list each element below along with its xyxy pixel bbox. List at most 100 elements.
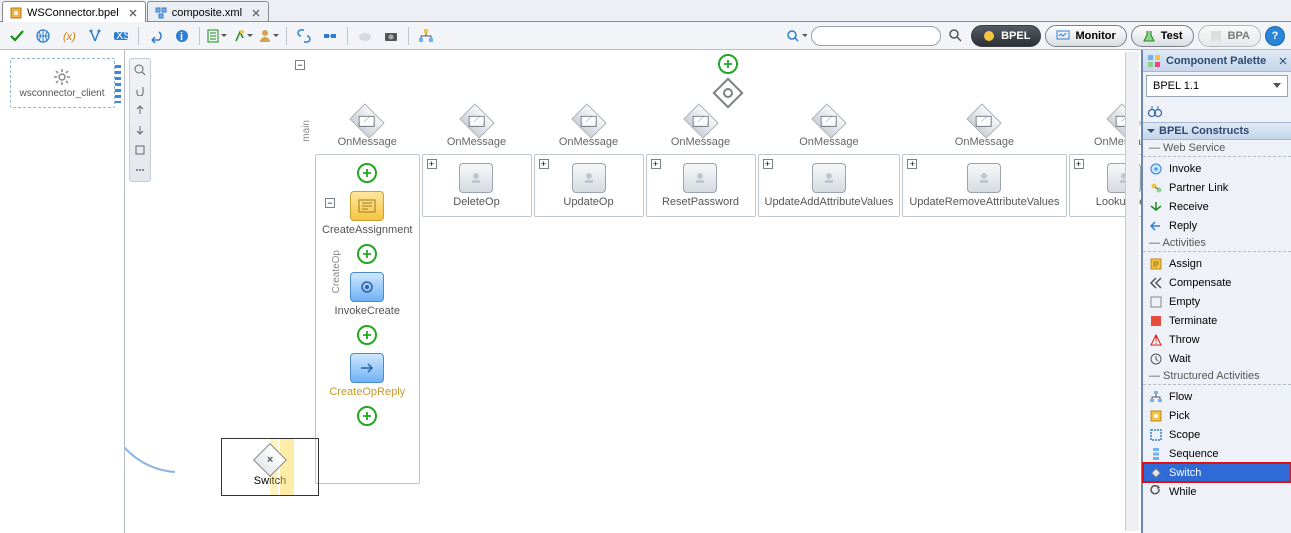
search-input[interactable] <box>811 26 941 46</box>
partner-icon <box>1149 181 1163 195</box>
correlation-button[interactable] <box>84 25 106 47</box>
palette-section-header[interactable]: BPEL Constructs <box>1143 122 1291 140</box>
composite-file-icon <box>154 6 168 20</box>
tab-wsconnector[interactable]: WSConnector.bpel <box>2 1 146 22</box>
onmessage-icon[interactable] <box>683 103 718 138</box>
view-dropdown[interactable] <box>206 25 228 47</box>
add-node[interactable] <box>357 406 377 426</box>
link-button[interactable] <box>293 25 315 47</box>
palette-selector[interactable]: BPEL 1.1 <box>1146 75 1288 97</box>
activity-collapsed[interactable]: UpdateAddAttributeValues <box>765 163 894 208</box>
chevron-down-icon <box>1147 127 1155 135</box>
more-tool[interactable] <box>131 161 149 179</box>
up-tool[interactable] <box>131 101 149 119</box>
expand-toggle[interactable]: + <box>539 159 549 169</box>
camera-button[interactable] <box>380 25 402 47</box>
expand-toggle[interactable]: + <box>651 159 661 169</box>
expand-toggle[interactable]: + <box>763 159 773 169</box>
diagram: OnMessage CreateAssignment InvokeCreate <box>315 54 1141 533</box>
separator <box>199 27 200 45</box>
add-node[interactable] <box>357 244 377 264</box>
invoke-activity[interactable]: InvokeCreate <box>335 272 400 317</box>
palette-item-terminate[interactable]: Terminate <box>1143 311 1291 330</box>
info-button[interactable]: i <box>171 25 193 47</box>
bpel-canvas[interactable]: main CreateOp − − OnMessage <box>125 50 1141 533</box>
fit-tool[interactable] <box>131 141 149 159</box>
help-button[interactable]: ? <box>1265 26 1285 46</box>
hand-tool[interactable] <box>131 81 149 99</box>
collapse-main-toggle[interactable]: − <box>295 60 305 70</box>
onmessage-label: OnMessage <box>671 136 730 148</box>
expand-toggle[interactable]: + <box>1074 159 1084 169</box>
palette-item-throw[interactable]: !Throw <box>1143 330 1291 349</box>
main-scope-label: main <box>301 120 312 142</box>
close-icon[interactable] <box>1279 57 1287 65</box>
onmessage-icon[interactable] <box>967 103 1002 138</box>
palette-item-pick[interactable]: Pick <box>1143 406 1291 425</box>
palette-item-label: Receive <box>1169 201 1209 213</box>
globe-button[interactable] <box>32 25 54 47</box>
palette-item-sequence[interactable]: Sequence <box>1143 444 1291 463</box>
palette-item-while[interactable]: While <box>1143 482 1291 501</box>
xsd-button[interactable]: XSD <box>110 25 132 47</box>
assign-activity[interactable]: CreateAssignment <box>322 191 413 236</box>
expand-toggle[interactable]: + <box>427 159 437 169</box>
undo-button[interactable] <box>145 25 167 47</box>
palette-item-label: Invoke <box>1169 163 1201 175</box>
view-label: Test <box>1161 30 1183 42</box>
link2-button[interactable] <box>319 25 341 47</box>
palette-item-scope[interactable]: Scope <box>1143 425 1291 444</box>
empty-icon <box>1149 295 1163 309</box>
palette-item-invoke[interactable]: Invoke <box>1143 159 1291 178</box>
highlight-dropdown[interactable] <box>232 25 254 47</box>
variable-button[interactable]: (x) <box>58 25 80 47</box>
palette-item-flow[interactable]: Flow <box>1143 387 1291 406</box>
palette-title-bar: Component Palette <box>1143 50 1291 72</box>
search-scope-dropdown[interactable] <box>785 25 807 47</box>
onmessage-icon[interactable] <box>811 103 846 138</box>
reply-activity[interactable]: CreateOpReply <box>329 353 405 398</box>
add-node[interactable] <box>357 325 377 345</box>
zoom-tool[interactable] <box>131 61 149 79</box>
palette-item-assign[interactable]: Assign <box>1143 254 1291 273</box>
tab-composite[interactable]: composite.xml <box>147 1 269 21</box>
palette-item-reply[interactable]: Reply <box>1143 216 1291 235</box>
palette-item-partner-link[interactable]: Partner Link <box>1143 178 1291 197</box>
cloud-button[interactable] <box>354 25 376 47</box>
start-node[interactable] <box>718 54 738 74</box>
validate-button[interactable] <box>6 25 28 47</box>
binoculars-icon[interactable] <box>1147 104 1163 118</box>
onmessage-icon[interactable] <box>571 103 606 138</box>
view-monitor-button[interactable]: Monitor <box>1045 25 1126 47</box>
expand-toggle[interactable]: + <box>907 159 917 169</box>
minimap-scrollbar[interactable] <box>1125 52 1139 531</box>
activity-collapsed[interactable]: UpdateRemoveAttributeValues <box>909 163 1059 208</box>
activity-collapsed[interactable]: ResetPassword <box>662 163 739 208</box>
sequence-icon <box>1149 447 1163 461</box>
palette-item-switch[interactable]: Switch <box>1143 463 1291 482</box>
bpel-file-icon <box>9 6 23 20</box>
editor-toolbar: (x) XSD i BPEL Monitor Test BPA ? <box>0 22 1291 50</box>
close-icon[interactable] <box>129 9 137 17</box>
layout-button[interactable] <box>415 25 437 47</box>
activity-collapsed[interactable]: DeleteOp <box>453 163 499 208</box>
palette-item-receive[interactable]: Receive <box>1143 197 1291 216</box>
view-bpel-button[interactable]: BPEL <box>971 25 1041 47</box>
close-icon[interactable] <box>252 9 260 17</box>
separator <box>138 27 139 45</box>
activity-collapsed[interactable]: UpdateOp <box>563 163 613 208</box>
switch-icon <box>1149 466 1163 480</box>
user-dropdown[interactable] <box>258 25 280 47</box>
pick-node[interactable] <box>712 77 743 108</box>
down-tool[interactable] <box>131 121 149 139</box>
wait-icon <box>1149 352 1163 366</box>
palette-item-empty[interactable]: Empty <box>1143 292 1291 311</box>
palette-item-wait[interactable]: Wait <box>1143 349 1291 368</box>
search-next-button[interactable] <box>945 25 967 47</box>
partner-link-client[interactable]: wsconnector_client <box>10 58 115 108</box>
add-node[interactable] <box>357 163 377 183</box>
view-test-button[interactable]: Test <box>1131 25 1194 47</box>
onmessage-icon[interactable] <box>459 103 494 138</box>
palette-item-compensate[interactable]: Compensate <box>1143 273 1291 292</box>
onmessage-icon[interactable] <box>350 103 385 138</box>
